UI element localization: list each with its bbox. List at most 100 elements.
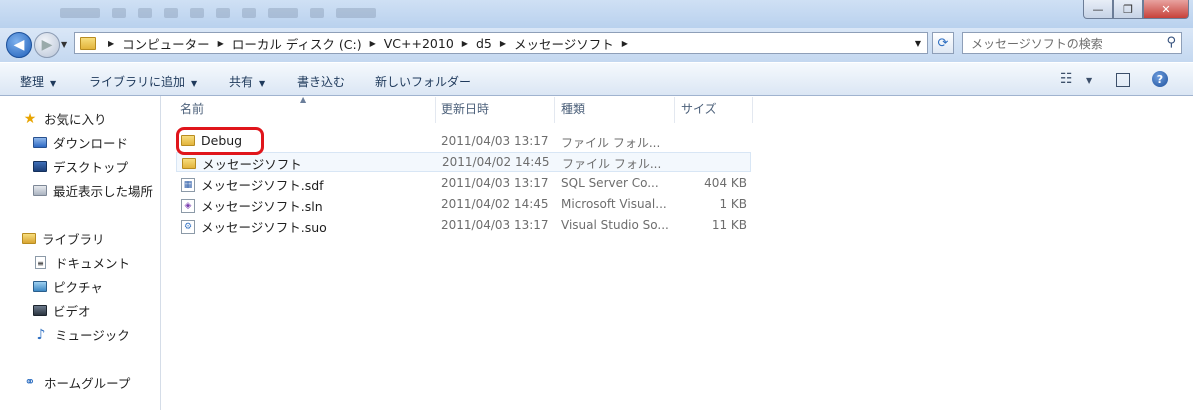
new-folder-button[interactable]: 新しいフォルダー	[375, 73, 471, 90]
sidebar-item-label: ピクチャ	[53, 280, 103, 295]
sidebar-item-downloads[interactable]: ダウンロード	[33, 133, 128, 152]
recent-pages-dropdown[interactable]: ▼	[61, 40, 67, 49]
breadcrumb-item[interactable]: メッセージソフト	[514, 34, 614, 53]
column-divider[interactable]	[554, 97, 555, 123]
file-row[interactable]: ◈ メッセージソフト.sln 2011/04/02 14:45 Microsoft…	[176, 194, 751, 214]
file-type: ファイル フォル...	[561, 136, 661, 150]
sidebar-item-music[interactable]: ♪ ミュージック	[33, 325, 130, 344]
address-history-dropdown[interactable]: ▼	[915, 39, 921, 48]
column-divider[interactable]	[752, 97, 753, 123]
column-header-type[interactable]: 種類	[561, 100, 585, 122]
sidebar-item-label: お気に入り	[44, 112, 107, 127]
breadcrumb-arrow-icon[interactable]: ▶	[370, 39, 376, 48]
homegroup-icon: ⚭	[24, 374, 36, 390]
file-type: Microsoft Visual...	[561, 197, 667, 211]
suo-file-icon: ⚙	[181, 219, 195, 234]
chevron-down-icon: ▼	[191, 79, 198, 88]
breadcrumb-item[interactable]: コンピューター	[122, 34, 210, 53]
download-folder-icon	[33, 137, 47, 148]
sidebar-item-homegroup[interactable]: ⚭ ホームグループ	[22, 373, 131, 392]
sidebar-item-videos[interactable]: ビデオ	[33, 301, 91, 320]
breadcrumb-item[interactable]: VC++2010	[384, 36, 454, 51]
chevron-down-icon: ▼	[50, 79, 57, 88]
sidebar-item-label: ミュージック	[55, 328, 130, 343]
video-icon	[33, 305, 47, 316]
navigation-pane: ★ お気に入り ダウンロード デスクトップ 最近表示した場所 ライブラリ ≡ ド…	[0, 96, 161, 410]
navigation-bar: ◀ ▶ ▼ ▶ コンピューター ▶ ローカル ディスク (C:) ▶ VC++2…	[0, 28, 1193, 62]
breadcrumb-arrow-icon[interactable]: ▶	[500, 39, 506, 48]
add-to-library-button[interactable]: ライブラリに追加 ▼	[89, 73, 197, 90]
close-button[interactable]: ✕	[1143, 0, 1189, 19]
file-size: 11 KB	[711, 218, 747, 232]
view-dropdown-icon[interactable]: ▼	[1086, 76, 1092, 85]
highlight-circle-annotation	[176, 127, 264, 155]
forward-button[interactable]: ▶	[34, 32, 60, 58]
file-row[interactable]: ▦ メッセージソフト.sdf 2011/04/03 13:17 SQL Serve…	[176, 173, 751, 193]
magnifier-icon[interactable]: ⚲	[1166, 35, 1176, 50]
breadcrumb-arrow-icon[interactable]: ▶	[622, 39, 628, 48]
star-icon: ★	[23, 110, 37, 127]
back-button[interactable]: ◀	[6, 32, 32, 58]
column-divider[interactable]	[435, 97, 436, 123]
folder-icon	[80, 36, 96, 50]
sidebar-item-libraries[interactable]: ライブラリ	[22, 229, 105, 248]
breadcrumb-item[interactable]: ローカル ディスク (C:)	[232, 34, 362, 53]
title-bar: — ❐ ✕	[0, 0, 1193, 28]
organize-button[interactable]: 整理 ▼	[20, 73, 56, 90]
sidebar-item-label: デスクトップ	[53, 160, 129, 175]
sidebar-item-pictures[interactable]: ピクチャ	[33, 277, 103, 296]
search-input[interactable]	[969, 34, 1163, 54]
organize-label: 整理	[20, 75, 45, 89]
sidebar-item-desktop[interactable]: デスクトップ	[33, 157, 128, 176]
breadcrumb-arrow-icon[interactable]: ▶	[108, 39, 114, 48]
refresh-button[interactable]: ⟳	[932, 32, 954, 54]
column-header-name[interactable]: 名前	[180, 100, 204, 122]
breadcrumb-arrow-icon[interactable]: ▶	[462, 39, 468, 48]
file-type: SQL Server Co...	[561, 176, 659, 190]
file-row[interactable]: メッセージソフト 2011/04/02 14:45 ファイル フォル...	[176, 152, 751, 172]
minimize-button[interactable]: —	[1083, 0, 1113, 19]
breadcrumb-item[interactable]: d5	[476, 36, 492, 51]
sln-file-icon: ◈	[181, 198, 195, 213]
file-size: 1 KB	[719, 197, 747, 211]
address-bar[interactable]: ▶ コンピューター ▶ ローカル ディスク (C:) ▶ VC++2010 ▶ …	[74, 32, 928, 54]
sidebar-item-label: ダウンロード	[53, 136, 129, 151]
breadcrumb: ▶ コンピューター ▶ ローカル ディスク (C:) ▶ VC++2010 ▶ …	[100, 34, 636, 53]
file-size: 404 KB	[704, 176, 747, 190]
file-date: 2011/04/02 14:45	[442, 155, 550, 169]
chevron-down-icon: ▼	[259, 79, 266, 88]
help-icon[interactable]: ?	[1152, 71, 1168, 87]
sidebar-item-label: ライブラリ	[42, 232, 105, 247]
recent-places-icon	[33, 185, 47, 196]
column-header-size[interactable]: サイズ	[681, 100, 717, 122]
burn-button[interactable]: 書き込む	[297, 73, 345, 90]
library-icon	[22, 233, 36, 244]
column-header-date[interactable]: 更新日時	[441, 100, 489, 122]
file-type: Visual Studio So...	[561, 218, 669, 232]
maximize-button[interactable]: ❐	[1113, 0, 1143, 19]
sort-ascending-icon: ▲	[300, 95, 307, 104]
share-button[interactable]: 共有 ▼	[229, 73, 265, 90]
file-date: 2011/04/03 13:17	[441, 176, 549, 190]
blurred-quick-access-toolbar	[60, 6, 510, 20]
add-to-library-label: ライブラリに追加	[89, 75, 186, 89]
sidebar-item-label: ホームグループ	[44, 376, 131, 391]
preview-pane-icon[interactable]	[1116, 73, 1130, 87]
sidebar-item-favorites[interactable]: ★ お気に入り	[22, 109, 107, 128]
file-name: メッセージソフト.suo	[201, 220, 327, 235]
sidebar-item-label: ドキュメント	[55, 256, 131, 271]
window-controls: — ❐ ✕	[1083, 0, 1189, 19]
pictures-icon	[33, 281, 47, 292]
view-options-icon[interactable]: ☷	[1060, 71, 1073, 87]
file-type: ファイル フォル...	[562, 157, 662, 171]
file-date: 2011/04/03 13:17	[441, 134, 549, 148]
column-divider[interactable]	[674, 97, 675, 123]
sidebar-item-recent-places[interactable]: 最近表示した場所	[33, 181, 153, 200]
file-name: メッセージソフト.sln	[201, 199, 323, 214]
breadcrumb-arrow-icon[interactable]: ▶	[218, 39, 224, 48]
file-row[interactable]: ⚙ メッセージソフト.suo 2011/04/03 13:17 Visual St…	[176, 215, 751, 235]
sidebar-item-label: 最近表示した場所	[53, 184, 154, 199]
sidebar-item-documents[interactable]: ≡ ドキュメント	[33, 253, 130, 272]
file-date: 2011/04/02 14:45	[441, 197, 549, 211]
search-box[interactable]: ⚲	[962, 32, 1182, 54]
